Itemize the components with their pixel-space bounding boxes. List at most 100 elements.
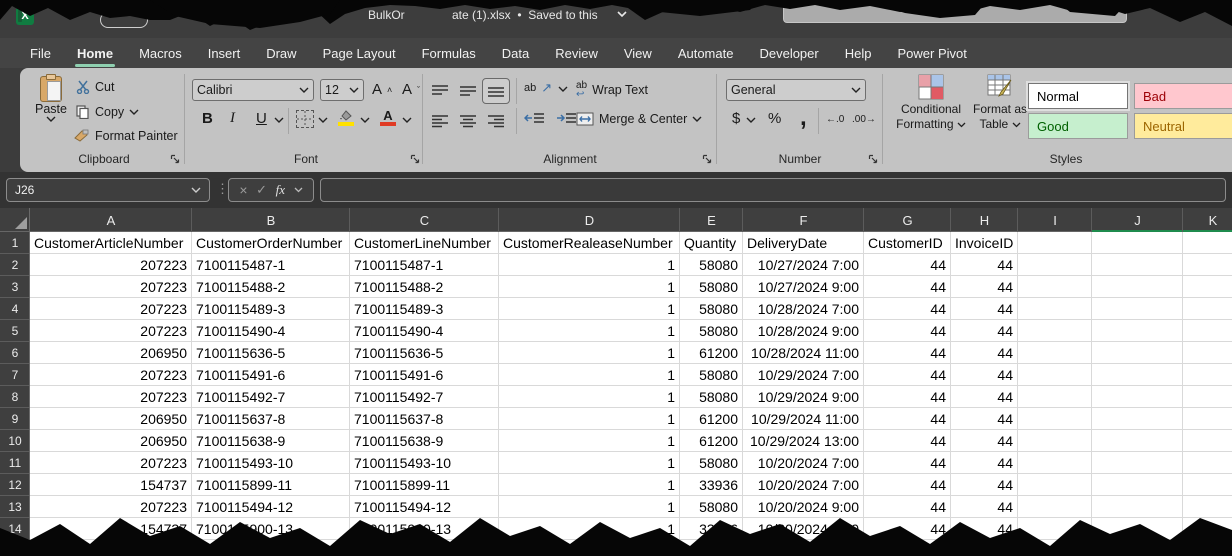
cell-F10[interactable]: 10/29/2024 13:00 bbox=[743, 430, 864, 452]
cell-K11[interactable] bbox=[1183, 452, 1232, 474]
bold-button[interactable]: B bbox=[202, 110, 213, 127]
cell-D5[interactable]: 1 bbox=[499, 320, 680, 342]
cell-H5[interactable]: 44 bbox=[951, 320, 1018, 342]
cell-J13[interactable] bbox=[1092, 496, 1183, 518]
decrease-indent-button[interactable] bbox=[524, 112, 546, 126]
cell-E7[interactable]: 58080 bbox=[680, 364, 743, 386]
cell-D9[interactable]: 1 bbox=[499, 408, 680, 430]
cell-F8[interactable]: 10/29/2024 9:00 bbox=[743, 386, 864, 408]
cell-K10[interactable] bbox=[1183, 430, 1232, 452]
increase-indent-button[interactable] bbox=[556, 112, 578, 126]
tab-page-layout[interactable]: Page Layout bbox=[310, 40, 409, 67]
cell-H11[interactable]: 44 bbox=[951, 452, 1018, 474]
cell-I7[interactable] bbox=[1018, 364, 1092, 386]
align-middle-icon[interactable] bbox=[458, 84, 478, 98]
cell-D14[interactable]: 1 bbox=[499, 518, 680, 540]
tab-insert[interactable]: Insert bbox=[195, 40, 254, 67]
cell-I13[interactable] bbox=[1018, 496, 1092, 518]
cell-G9[interactable]: 44 bbox=[864, 408, 951, 430]
cell-I5[interactable] bbox=[1018, 320, 1092, 342]
search-box-fragment[interactable] bbox=[783, 2, 1127, 23]
column-header-C[interactable]: C bbox=[350, 208, 499, 232]
cell-E14[interactable]: 33936 bbox=[680, 518, 743, 540]
formula-input[interactable] bbox=[320, 178, 1226, 202]
tab-help[interactable]: Help bbox=[832, 40, 885, 67]
cell-E12[interactable]: 33936 bbox=[680, 474, 743, 496]
row-header-7[interactable]: 7 bbox=[0, 364, 30, 386]
align-left-icon[interactable] bbox=[430, 114, 450, 128]
tab-view[interactable]: View bbox=[611, 40, 665, 67]
cell-C3[interactable]: 7100115488-2 bbox=[350, 276, 499, 298]
cell-K2[interactable] bbox=[1183, 254, 1232, 276]
row-header-12[interactable]: 12 bbox=[0, 474, 30, 496]
column-header-G[interactable]: G bbox=[864, 208, 951, 232]
cell-K1[interactable] bbox=[1183, 232, 1232, 254]
cell-D10[interactable]: 1 bbox=[499, 430, 680, 452]
style-bad[interactable]: Bad bbox=[1134, 83, 1232, 109]
cell-C14[interactable]: 7100115900-13 bbox=[350, 518, 499, 540]
cell-A11[interactable]: 207223 bbox=[30, 452, 192, 474]
column-header-H[interactable]: H bbox=[951, 208, 1018, 232]
cell-H4[interactable]: 44 bbox=[951, 298, 1018, 320]
rename-pencil-icon[interactable] bbox=[304, 5, 318, 19]
cell-E5[interactable]: 58080 bbox=[680, 320, 743, 342]
align-right-icon[interactable] bbox=[486, 114, 506, 128]
row-header-5[interactable]: 5 bbox=[0, 320, 30, 342]
row-header-1[interactable]: 1 bbox=[0, 232, 30, 254]
cell-B8[interactable]: 7100115492-7 bbox=[192, 386, 350, 408]
cell-C13[interactable]: 7100115494-12 bbox=[350, 496, 499, 518]
comma-style-button[interactable]: , bbox=[800, 104, 807, 132]
cell-C5[interactable]: 7100115490-4 bbox=[350, 320, 499, 342]
cell-J1[interactable] bbox=[1092, 232, 1183, 254]
row-header-8[interactable]: 8 bbox=[0, 386, 30, 408]
select-all-button[interactable] bbox=[0, 208, 30, 232]
cell-K7[interactable] bbox=[1183, 364, 1232, 386]
borders-chevron-down-icon[interactable] bbox=[318, 117, 328, 123]
fill-color-button[interactable] bbox=[338, 110, 354, 126]
cut-button[interactable]: Cut bbox=[76, 80, 114, 94]
cell-B14[interactable]: 7100115900-13 bbox=[192, 518, 350, 540]
cell-I8[interactable] bbox=[1018, 386, 1092, 408]
font-name-select[interactable]: Calibri bbox=[192, 79, 314, 101]
cell-G3[interactable]: 44 bbox=[864, 276, 951, 298]
cell-D4[interactable]: 1 bbox=[499, 298, 680, 320]
row-header-11[interactable]: 11 bbox=[0, 452, 30, 474]
cell-A13[interactable]: 207223 bbox=[30, 496, 192, 518]
cell-B4[interactable]: 7100115489-3 bbox=[192, 298, 350, 320]
cell-G10[interactable]: 44 bbox=[864, 430, 951, 452]
cell-F6[interactable]: 10/28/2024 11:00 bbox=[743, 342, 864, 364]
cell-A3[interactable]: 207223 bbox=[30, 276, 192, 298]
cell-J7[interactable] bbox=[1092, 364, 1183, 386]
cell-D3[interactable]: 1 bbox=[499, 276, 680, 298]
cell-F12[interactable]: 10/20/2024 7:00 bbox=[743, 474, 864, 496]
cell-I6[interactable] bbox=[1018, 342, 1092, 364]
cell-G13[interactable]: 44 bbox=[864, 496, 951, 518]
row-header-10[interactable]: 10 bbox=[0, 430, 30, 452]
cell-F4[interactable]: 10/28/2024 7:00 bbox=[743, 298, 864, 320]
conditional-formatting-button[interactable]: Conditional Formatting bbox=[896, 74, 966, 132]
cell-K5[interactable] bbox=[1183, 320, 1232, 342]
cell-I14[interactable] bbox=[1018, 518, 1092, 540]
cell-C8[interactable]: 7100115492-7 bbox=[350, 386, 499, 408]
title-chevron-down-icon[interactable] bbox=[616, 10, 628, 18]
row-header-2[interactable]: 2 bbox=[0, 254, 30, 276]
cell-C1[interactable]: CustomerLineNumber bbox=[350, 232, 499, 254]
cell-C2[interactable]: 7100115487-1 bbox=[350, 254, 499, 276]
copy-button[interactable]: Copy bbox=[76, 105, 139, 119]
cell-H1[interactable]: InvoiceID bbox=[951, 232, 1018, 254]
cell-I11[interactable] bbox=[1018, 452, 1092, 474]
accounting-chevron-down-icon[interactable] bbox=[746, 117, 756, 123]
number-dialog-launcher-icon[interactable] bbox=[868, 154, 878, 164]
cell-I1[interactable] bbox=[1018, 232, 1092, 254]
cell-K12[interactable] bbox=[1183, 474, 1232, 496]
cell-C11[interactable]: 7100115493-10 bbox=[350, 452, 499, 474]
cell-F11[interactable]: 10/20/2024 7:00 bbox=[743, 452, 864, 474]
cell-H9[interactable]: 44 bbox=[951, 408, 1018, 430]
format-painter-button[interactable]: Format Painter bbox=[74, 129, 178, 143]
orientation-chevron-down-icon[interactable] bbox=[558, 86, 568, 92]
cell-H8[interactable]: 44 bbox=[951, 386, 1018, 408]
cell-A4[interactable]: 207223 bbox=[30, 298, 192, 320]
cell-G8[interactable]: 44 bbox=[864, 386, 951, 408]
cell-J2[interactable] bbox=[1092, 254, 1183, 276]
cell-D12[interactable]: 1 bbox=[499, 474, 680, 496]
